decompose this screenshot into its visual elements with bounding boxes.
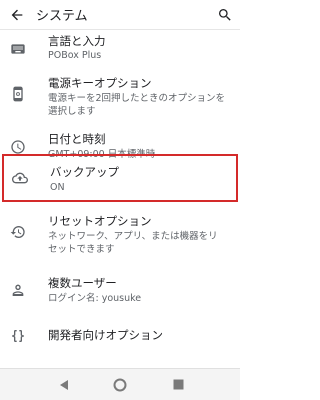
list-item-multiple-users[interactable]: 複数ユーザー ログイン名: yousuke <box>0 266 240 316</box>
item-title: 開発者向けオプション <box>48 328 163 342</box>
item-title: バックアップ <box>50 165 119 179</box>
nav-home-icon <box>113 378 127 391</box>
list-item-backup[interactable]: バックアップ ON <box>2 154 238 202</box>
list-item-language-input[interactable]: 言語と入力 POBox Plus <box>0 30 240 68</box>
nav-back-icon <box>60 379 68 390</box>
keyboard-icon <box>11 44 25 54</box>
item-subtitle: ログイン名: yousuke <box>48 293 142 304</box>
item-subtitle: 電源キーを2回押したときのオプションを選択します <box>48 93 226 117</box>
nav-home-button[interactable] <box>104 369 136 400</box>
page-title: システム <box>36 9 88 24</box>
back-button[interactable] <box>0 0 34 30</box>
item-title: 複数ユーザー <box>48 276 117 290</box>
item-title: リセットオプション <box>48 214 152 228</box>
cloud-upload-icon <box>12 172 28 184</box>
search-icon <box>219 8 231 21</box>
nav-recents-icon <box>173 379 183 390</box>
list-item-reset-options[interactable]: リセットオプション ネットワーク、アプリ、または機器をリセットできます <box>0 206 240 266</box>
person-icon <box>12 284 24 296</box>
item-subtitle: POBox Plus <box>48 50 102 61</box>
code-braces-icon <box>12 330 24 342</box>
item-subtitle: ON <box>50 182 65 193</box>
nav-recents-button[interactable] <box>162 369 194 400</box>
app-bar: システム <box>0 0 240 30</box>
item-title: 言語と入力 <box>48 34 106 48</box>
system-nav-bar <box>0 368 240 400</box>
settings-list[interactable]: 言語と入力 POBox Plus 電源キーオプション 電源キーを2回押したときの… <box>0 30 240 368</box>
phone-power-icon <box>13 86 23 102</box>
list-item-developer-options[interactable]: 開発者向けオプション <box>0 316 240 356</box>
history-icon <box>10 226 25 238</box>
nav-back-button[interactable] <box>48 369 80 400</box>
search-button[interactable] <box>210 0 240 30</box>
arrow-back-icon <box>11 9 23 20</box>
clock-icon <box>11 140 25 154</box>
list-item-power-key-options[interactable]: 電源キーオプション 電源キーを2回押したときのオプションを選択します <box>0 68 240 124</box>
item-title: 日付と時刻 <box>48 132 106 146</box>
item-title: 電源キーオプション <box>48 76 152 90</box>
item-subtitle: ネットワーク、アプリ、または機器をリセットできます <box>48 231 218 255</box>
